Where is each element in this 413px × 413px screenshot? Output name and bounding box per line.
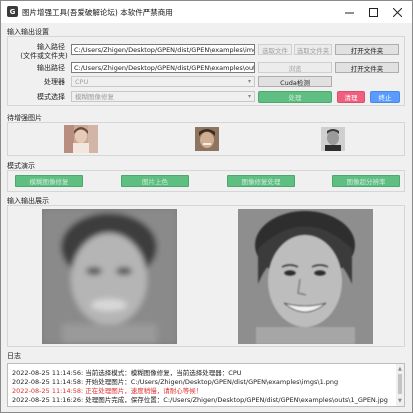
mode-label: 模式选择 — [37, 93, 65, 101]
scrollbar-thumb[interactable] — [398, 374, 402, 394]
browse-output-button[interactable]: 浏览 — [258, 62, 332, 73]
demo-super-resolution-button[interactable]: 图像超分辨率 — [332, 175, 400, 187]
input-image — [42, 209, 177, 344]
maximize-icon — [368, 7, 378, 17]
stop-button[interactable]: 终止 — [370, 91, 400, 103]
cuda-check-button[interactable]: Cuda检测 — [258, 76, 332, 87]
minimize-button[interactable] — [341, 5, 357, 19]
input-path-sublabel: (文件或文件夹) — [20, 52, 68, 60]
pending-thumbnail-3[interactable] — [321, 127, 345, 151]
pending-thumbnail-1[interactable] — [64, 125, 98, 153]
log-line: 2022-08-25 11:16:26: 处理图片完成，保存位置：C:/User… — [12, 396, 388, 404]
app-icon: G — [7, 6, 18, 17]
processor-select[interactable]: CPU ▾ — [71, 76, 255, 87]
chevron-down-icon: ▾ — [247, 78, 251, 85]
demo-colorize-button[interactable]: 图片上色 — [121, 175, 189, 187]
maximize-button[interactable] — [365, 5, 381, 19]
select-folder-button[interactable]: 选取文件夹 — [294, 44, 332, 55]
mode-select[interactable]: 模糊图像修复 ▾ — [71, 91, 255, 102]
pending-thumbnail-2[interactable] — [195, 127, 219, 151]
close-button[interactable] — [389, 5, 405, 19]
input-path-field[interactable]: C:/Users/Zhigen/Desktop/GPEN/dist/GPEN\e… — [71, 44, 255, 55]
app-window: G 图片增强工具(吾爱破解论坛) 本软件严禁商用 输入输出设置 输入路径 (文件… — [0, 0, 413, 413]
log-scrollbar[interactable]: ▲ ▼ — [396, 364, 404, 406]
scroll-up-icon[interactable]: ▲ — [398, 366, 402, 372]
log-panel[interactable]: 2022-08-25 11:14:56: 当前选择模式：模糊图像修复，当前选择处… — [7, 363, 405, 407]
chevron-down-icon: ▾ — [247, 93, 251, 100]
select-file-button[interactable]: 选取文件 — [258, 44, 292, 55]
output-path-label: 输出路径 — [37, 64, 65, 72]
processor-label: 处理器 — [44, 78, 65, 86]
open-input-folder-button[interactable]: 打开文件夹 — [335, 44, 399, 55]
clear-button[interactable]: 清理 — [337, 91, 365, 103]
processor-value: CPU — [75, 78, 89, 86]
window-title: 图片增强工具(吾爱破解论坛) 本软件严禁商用 — [22, 8, 173, 17]
output-image — [238, 209, 373, 344]
title-bar: G 图片增强工具(吾爱破解论坛) 本软件严禁商用 — [1, 1, 412, 23]
log-label: 日志 — [7, 352, 21, 360]
close-icon — [392, 7, 402, 17]
open-output-folder-button[interactable]: 打开文件夹 — [335, 62, 399, 73]
mode-value: 模糊图像修复 — [75, 93, 114, 101]
scroll-down-icon[interactable]: ▼ — [398, 398, 402, 404]
demo-inpaint-button[interactable]: 图像修复处理 — [227, 175, 295, 187]
demo-blur-repair-button[interactable]: 模糊图像修复 — [15, 175, 83, 187]
output-path-field[interactable]: C:/Users/Zhigen/Desktop/GPEN/dist/GPEN\e… — [71, 62, 255, 73]
minimize-icon — [344, 12, 354, 13]
process-button[interactable]: 处理 — [258, 91, 332, 103]
